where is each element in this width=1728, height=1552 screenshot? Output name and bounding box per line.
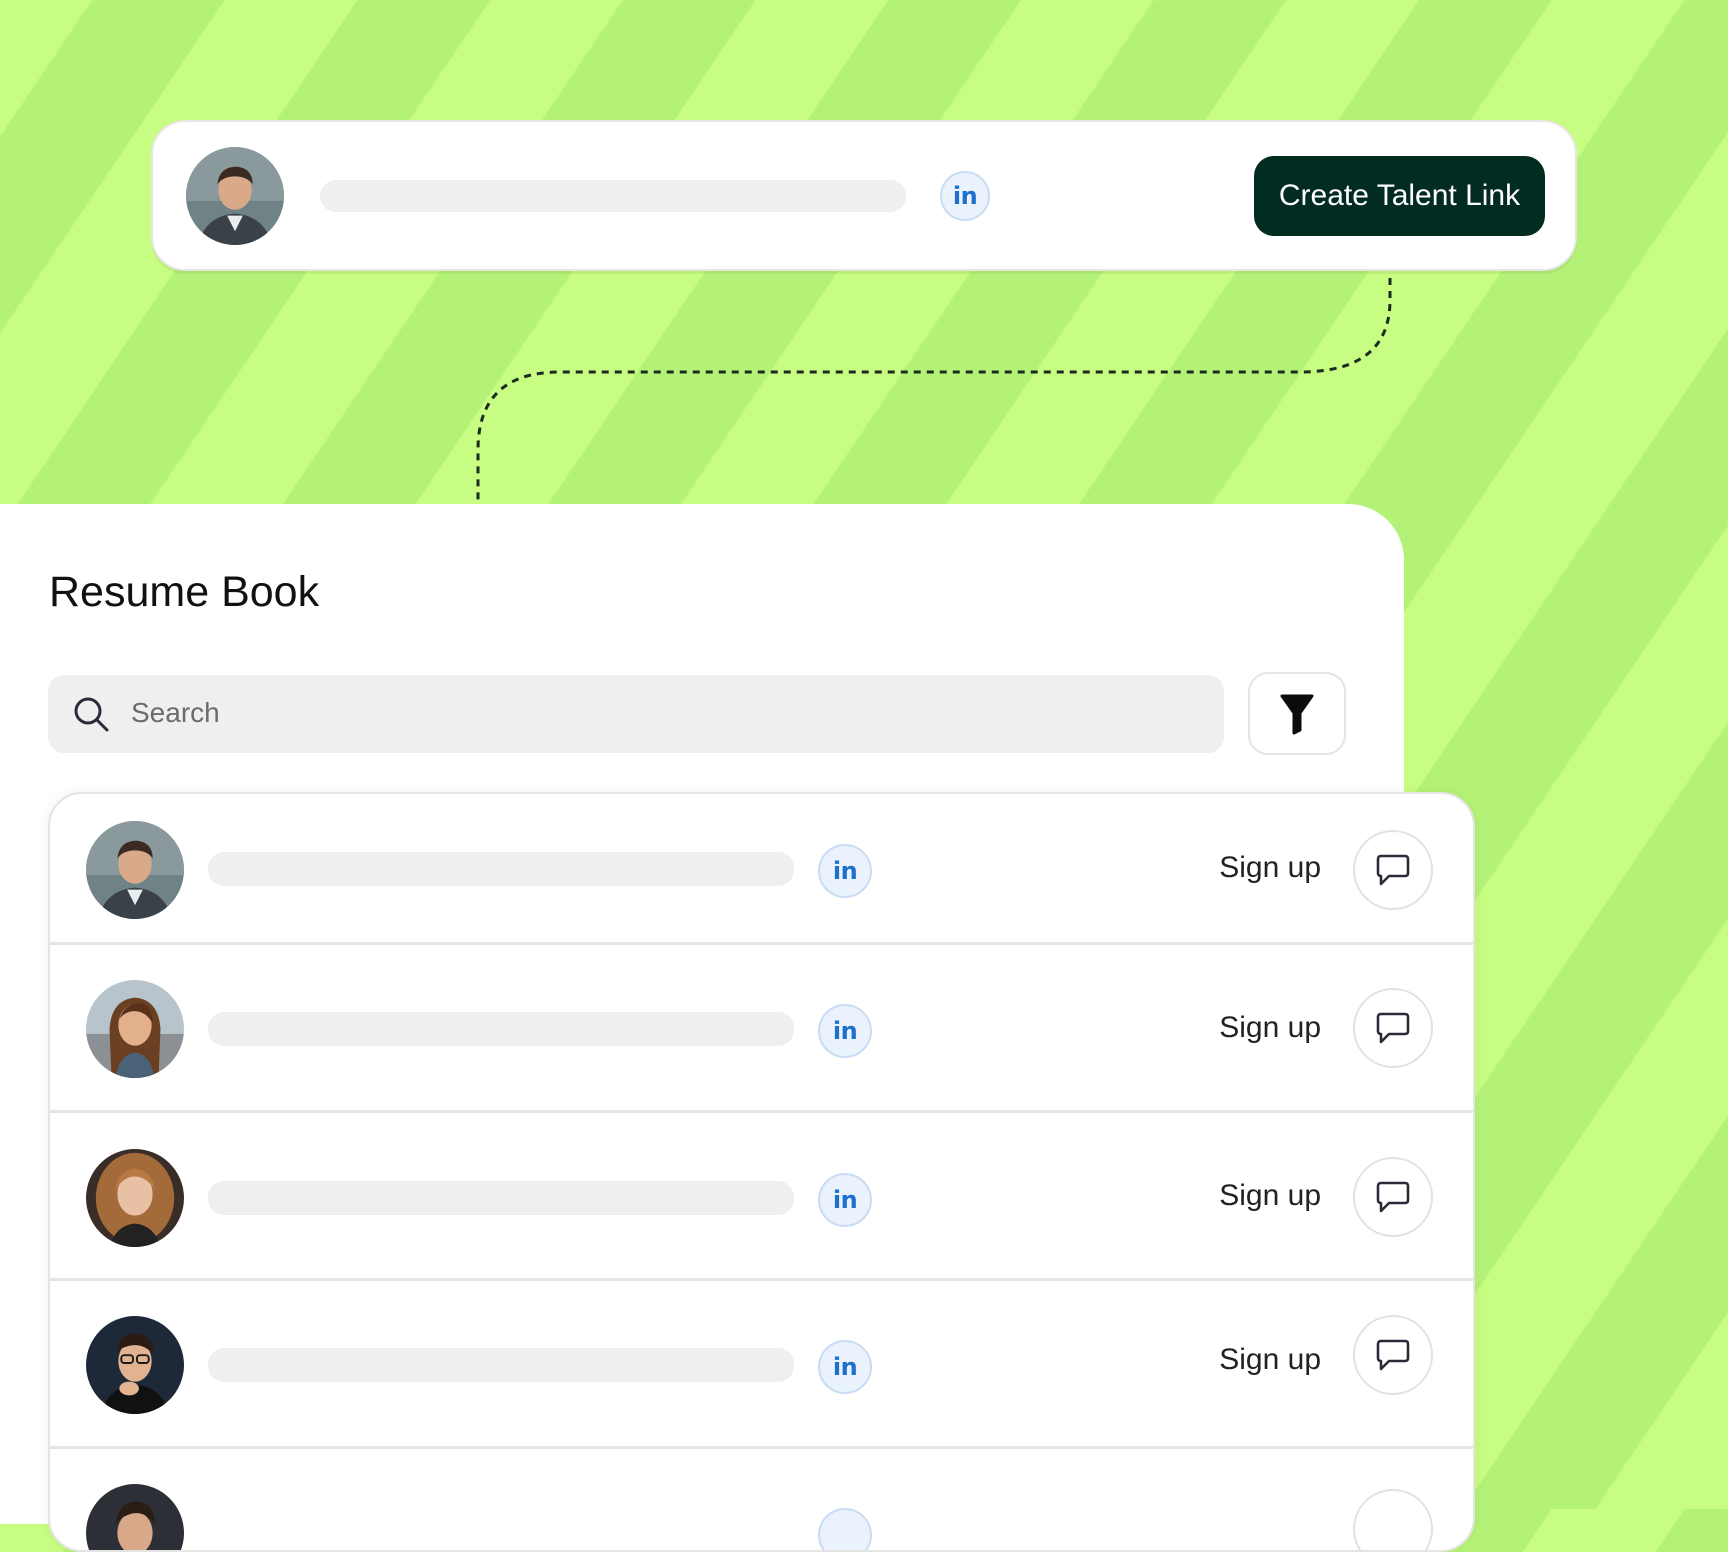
- avatar: [86, 1484, 184, 1550]
- linkedin-icon[interactable]: in: [818, 844, 872, 898]
- message-button[interactable]: [1353, 830, 1433, 910]
- linkedin-icon[interactable]: in: [818, 1004, 872, 1058]
- talent-avatar: [186, 147, 284, 245]
- sign-up-link[interactable]: Sign up: [1219, 1011, 1321, 1045]
- sign-up-link[interactable]: Sign up: [1219, 1179, 1321, 1213]
- talent-name-placeholder: [320, 180, 906, 212]
- name-placeholder: [208, 852, 794, 886]
- chat-bubble-icon: [1376, 1012, 1410, 1044]
- chat-bubble-icon: [1376, 854, 1410, 886]
- list-item[interactable]: [50, 1449, 1473, 1550]
- sign-up-link[interactable]: Sign up: [1219, 851, 1321, 885]
- linkedin-icon[interactable]: in: [940, 171, 990, 221]
- name-placeholder: [208, 1181, 794, 1215]
- name-placeholder: [208, 1012, 794, 1046]
- message-button[interactable]: [1353, 1489, 1433, 1550]
- list-item[interactable]: in Sign up: [50, 945, 1473, 1113]
- avatar: [86, 980, 184, 1078]
- linkedin-icon[interactable]: [818, 1508, 872, 1550]
- list-item[interactable]: in Sign up: [50, 1281, 1473, 1449]
- name-placeholder: [208, 1348, 794, 1382]
- chat-bubble-icon: [1376, 1339, 1410, 1371]
- message-button[interactable]: [1353, 1315, 1433, 1395]
- filter-icon: [1280, 694, 1314, 734]
- create-talent-link-button[interactable]: Create Talent Link: [1254, 156, 1545, 236]
- avatar: [86, 1149, 184, 1247]
- avatar: [86, 821, 184, 919]
- search-input[interactable]: [48, 675, 1224, 753]
- chat-bubble-icon: [1376, 1181, 1410, 1213]
- list-item[interactable]: in Sign up: [50, 794, 1473, 945]
- search-icon: [74, 697, 109, 732]
- linkedin-icon[interactable]: in: [818, 1340, 872, 1394]
- sign-up-link[interactable]: Sign up: [1219, 1343, 1321, 1377]
- search-placeholder: Search: [131, 697, 220, 728]
- linkedin-icon[interactable]: in: [818, 1173, 872, 1227]
- message-button[interactable]: [1353, 1157, 1433, 1237]
- message-button[interactable]: [1353, 988, 1433, 1068]
- list-item[interactable]: in Sign up: [50, 1113, 1473, 1281]
- candidate-list: in Sign up in Sign up in Sign up in Sign…: [48, 792, 1475, 1552]
- filter-button[interactable]: [1248, 672, 1346, 755]
- avatar: [86, 1316, 184, 1414]
- page-title: Resume Book: [49, 568, 320, 616]
